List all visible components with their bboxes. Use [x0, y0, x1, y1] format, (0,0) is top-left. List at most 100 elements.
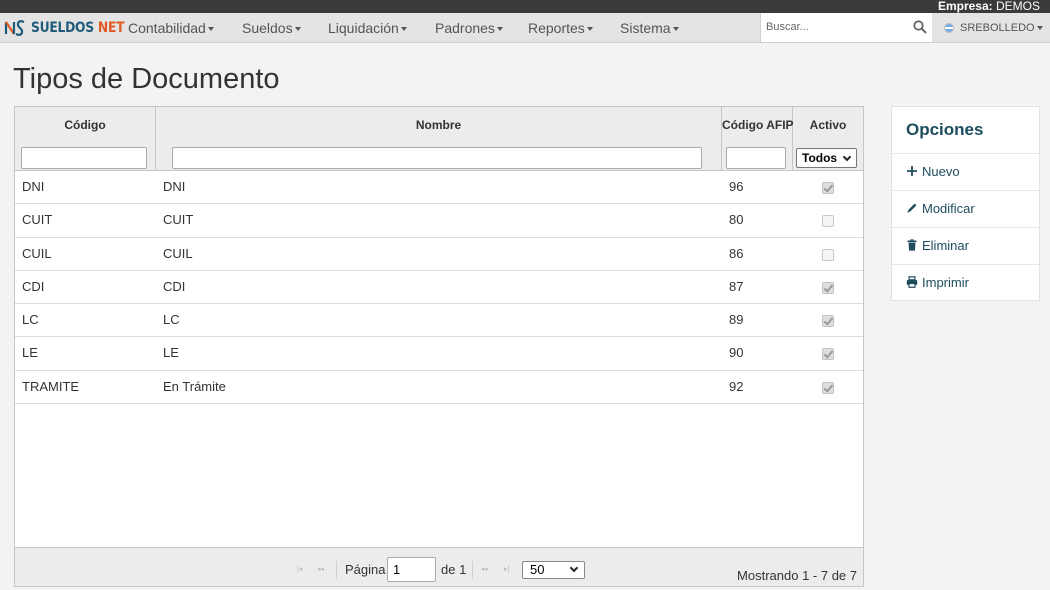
cell-afip: 89	[729, 312, 744, 328]
column-codigo[interactable]: Código	[15, 107, 156, 171]
cell-codigo: TRAMITE	[22, 378, 80, 394]
cell-nombre: LE	[163, 345, 179, 361]
caret-down-icon	[586, 27, 593, 32]
cell-codigo: LE	[22, 345, 38, 361]
page-label: Página	[345, 562, 386, 577]
print-button[interactable]: Imprimir	[892, 264, 1039, 301]
filter-afip-input[interactable]	[726, 147, 786, 169]
argentina-flag-icon	[944, 23, 954, 33]
cell-afip: 86	[729, 245, 744, 261]
cell-nombre: CUIL	[163, 245, 193, 261]
filter-nombre-input[interactable]	[172, 147, 702, 169]
column-nombre[interactable]: Nombre	[156, 107, 722, 171]
caret-down-icon	[1036, 26, 1043, 30]
caret-down-icon	[496, 27, 503, 32]
filter-codigo-input[interactable]	[21, 147, 147, 169]
filter-activo-value: Todos	[802, 151, 838, 165]
options-title: Opciones	[906, 120, 984, 139]
menu-label: Reportes	[528, 20, 585, 36]
company-bar: Empresa: DEMOS	[0, 0, 1050, 13]
option-label: Imprimir	[922, 275, 969, 290]
caret-down-icon	[294, 27, 301, 32]
activo-checkbox	[822, 348, 834, 361]
chevron-down-icon	[842, 152, 852, 162]
user-menu[interactable]: SREBOLLEDO	[944, 13, 1043, 43]
pager-separator	[336, 561, 337, 579]
caret-down-icon	[207, 27, 214, 32]
activo-checkbox	[822, 315, 834, 328]
page-number-input[interactable]: 1	[387, 557, 436, 582]
cell-afip: 90	[729, 345, 744, 361]
printer-icon	[906, 276, 918, 288]
page-count: de 1	[441, 562, 467, 577]
column-activo[interactable]: Activo Todos	[793, 107, 863, 171]
grid-pager: |◂ ◂◂ Página 1 de 1 ▸▸ ▸| 50 Mostrando 1…	[15, 547, 863, 586]
table-row[interactable]: TRAMITE En Trámite 92	[15, 371, 863, 405]
column-codigo-afip[interactable]: Código AFIP	[722, 107, 794, 171]
new-button[interactable]: Nuevo	[892, 153, 1039, 190]
column-header-label: Activo	[809, 118, 847, 132]
page-title: Tipos de Documento	[13, 63, 280, 95]
brand-name: SUELDOS NET	[31, 20, 125, 36]
column-header-label: Código	[64, 118, 106, 132]
company-indicator: Empresa: DEMOS	[938, 0, 1040, 13]
table-row[interactable]: DNI DNI 96	[15, 171, 863, 205]
cell-afip: 92	[729, 378, 744, 394]
company-label: Empresa:	[937, 0, 993, 13]
menu-label: Sistema	[620, 20, 671, 36]
menu-padrones[interactable]: Padrones	[435, 13, 503, 43]
plus-icon	[907, 166, 917, 176]
search-input[interactable]: Buscar...	[760, 13, 932, 42]
delete-button[interactable]: Eliminar	[892, 227, 1039, 264]
cell-afip: 87	[729, 278, 744, 294]
table-row[interactable]: LC LC 89	[15, 304, 863, 338]
menu-label: Padrones	[435, 20, 495, 36]
option-label: Eliminar	[922, 238, 969, 253]
prev-page-icon[interactable]: ◂◂	[317, 566, 329, 574]
modify-button[interactable]: Modificar	[892, 190, 1039, 227]
cell-afip: 80	[729, 212, 744, 228]
filter-activo-select[interactable]: Todos	[796, 148, 857, 168]
cell-codigo: CUIL	[22, 245, 52, 261]
menu-sueldos[interactable]: Sueldos	[242, 13, 301, 43]
menu-reportes[interactable]: Reportes	[528, 13, 593, 43]
activo-checkbox	[822, 215, 834, 228]
table-row[interactable]: CUIL CUIL 86	[15, 238, 863, 271]
options-panel: Opciones Nuevo Modificar Eliminar Imprim…	[891, 106, 1040, 301]
activo-checkbox	[822, 281, 834, 294]
search-icon[interactable]	[913, 20, 927, 34]
documents-grid: Código Nombre Código AFIP Activo Todos D…	[14, 106, 864, 587]
brand-name-sueldos: SUELDOS	[31, 20, 94, 36]
activo-checkbox	[822, 381, 834, 394]
page-size-select[interactable]: 50	[522, 561, 585, 579]
search-placeholder: Buscar...	[766, 21, 809, 33]
page-size-value: 50	[530, 562, 545, 577]
menu-liquidacion[interactable]: Liquidación	[328, 13, 407, 43]
grid-header: Código Nombre Código AFIP Activo Todos	[15, 107, 863, 171]
caret-down-icon	[672, 27, 679, 32]
table-row[interactable]: CDI CDI 87	[15, 271, 863, 305]
chevron-down-icon	[569, 563, 579, 573]
caret-down-icon	[400, 27, 407, 32]
activo-checkbox	[822, 248, 834, 261]
last-page-icon[interactable]: ▸|	[504, 566, 516, 574]
pencil-icon	[907, 203, 917, 213]
menu-label: Sueldos	[242, 20, 293, 36]
cell-nombre: DNI	[163, 179, 186, 194]
column-header-label: Código AFIP	[722, 118, 794, 132]
column-header-label: Nombre	[415, 118, 462, 132]
cell-codigo: DNI	[22, 179, 45, 194]
table-row[interactable]: LE LE 90	[15, 337, 863, 371]
cell-codigo: CUIT	[22, 212, 53, 228]
brand-logo[interactable]: SUELDOS NET	[3, 16, 137, 40]
cell-nombre: CUIT	[163, 212, 194, 228]
company-name: DEMOS	[995, 0, 1040, 13]
menu-sistema[interactable]: Sistema	[620, 13, 679, 43]
option-label: Modificar	[922, 201, 975, 216]
cell-nombre: En Trámite	[163, 378, 226, 394]
next-page-icon[interactable]: ▸▸	[482, 566, 494, 574]
first-page-icon[interactable]: |◂	[297, 566, 309, 574]
menu-label: Liquidación	[328, 20, 399, 36]
table-row[interactable]: CUIT CUIT 80	[15, 204, 863, 238]
menu-contabilidad[interactable]: Contabilidad	[128, 13, 214, 43]
